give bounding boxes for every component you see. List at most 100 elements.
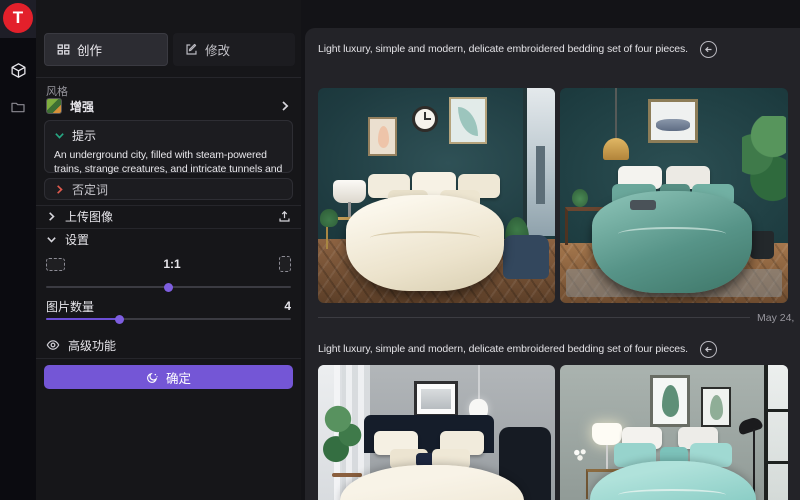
chevron-down-icon bbox=[46, 234, 57, 245]
arrow-left-icon bbox=[704, 345, 713, 354]
leaf-art bbox=[710, 395, 723, 420]
bedroom-scene bbox=[560, 365, 788, 500]
advanced-features-row[interactable]: 高级功能 bbox=[46, 336, 291, 354]
wall-frame-leaf bbox=[449, 97, 487, 144]
plant-pot bbox=[750, 231, 774, 259]
aspect-ratio-row: 1:1 bbox=[46, 255, 291, 273]
armchair bbox=[503, 235, 549, 279]
chevron-right-icon bbox=[279, 100, 291, 112]
tab-create[interactable]: 创作 bbox=[44, 33, 168, 66]
upload-label: 上传图像 bbox=[65, 208, 113, 225]
plant bbox=[742, 116, 786, 212]
feed-date-divider bbox=[318, 317, 750, 318]
upload-icon[interactable] bbox=[278, 210, 291, 223]
folder-icon[interactable] bbox=[0, 92, 36, 122]
generated-image-1[interactable] bbox=[318, 88, 555, 303]
chevron-right-icon bbox=[46, 211, 57, 222]
reuse-prompt-button[interactable] bbox=[700, 341, 717, 358]
flowers bbox=[572, 447, 588, 463]
arrow-left-icon bbox=[704, 45, 713, 54]
generated-image-2[interactable] bbox=[560, 88, 788, 303]
leaf-art bbox=[458, 107, 478, 136]
negative-prompt-box[interactable]: 否定词 bbox=[44, 178, 293, 200]
chevron-right-icon bbox=[54, 184, 65, 195]
pendant-lamp-cord bbox=[478, 365, 480, 403]
eye-icon bbox=[46, 338, 60, 352]
duvet-trim bbox=[618, 489, 726, 500]
settings-header-row[interactable]: 设置 bbox=[36, 228, 301, 250]
plant bbox=[572, 189, 588, 207]
window-bar bbox=[768, 409, 788, 412]
feed-prompt-text: Light luxury, simple and modern, delicat… bbox=[318, 43, 688, 55]
pendant-lamp-shade bbox=[603, 138, 629, 160]
clock-hand bbox=[425, 118, 431, 120]
duvet-trim bbox=[370, 231, 480, 245]
feed-prompt-text: Light luxury, simple and modern, delicat… bbox=[318, 343, 688, 355]
style-thumbnail bbox=[46, 98, 62, 114]
generated-image-4[interactable] bbox=[560, 365, 788, 500]
generation-feed: Light luxury, simple and modern, delicat… bbox=[305, 28, 800, 500]
feed-group-header: Light luxury, simple and modern, delicat… bbox=[318, 38, 788, 60]
leaf-art bbox=[662, 385, 679, 417]
image-count-slider[interactable] bbox=[46, 318, 291, 320]
app-window: T 创作 修改 风格 bbox=[0, 0, 800, 500]
table-lamp-shade bbox=[592, 423, 622, 445]
feed-group-header: Light luxury, simple and modern, delicat… bbox=[318, 338, 788, 360]
slider-fill bbox=[46, 318, 120, 320]
bedroom-scene bbox=[318, 88, 555, 303]
confirm-button[interactable]: 确定 bbox=[44, 365, 293, 389]
bedroom-scene bbox=[560, 88, 788, 303]
feed-date: May 24, bbox=[757, 312, 794, 324]
upload-image-row[interactable]: 上传图像 bbox=[36, 205, 301, 227]
style-selector-row[interactable]: 增强 bbox=[46, 96, 291, 116]
confirm-label: 确定 bbox=[166, 368, 191, 387]
window bbox=[764, 365, 788, 500]
plant bbox=[320, 209, 338, 227]
divider bbox=[36, 358, 301, 359]
generated-image-3[interactable] bbox=[318, 365, 555, 500]
folded-blanket bbox=[630, 200, 656, 210]
tab-create-label: 创作 bbox=[77, 40, 102, 59]
window-bar bbox=[768, 461, 788, 464]
wall-frame-feather bbox=[368, 117, 397, 156]
left-rail: T bbox=[0, 0, 36, 500]
cube-3d-icon[interactable] bbox=[0, 55, 36, 85]
brand-logo[interactable]: T bbox=[3, 3, 33, 33]
tab-modify-label: 修改 bbox=[205, 40, 230, 59]
divider bbox=[36, 77, 301, 78]
control-panel: 创作 修改 风格 增强 提示 An underground city, fill… bbox=[36, 0, 301, 500]
moon-sparkle-icon bbox=[146, 371, 159, 384]
image-count-value: 4 bbox=[284, 299, 291, 313]
aspect-ratio-slider[interactable] bbox=[46, 286, 291, 288]
grid-dashboard-icon bbox=[57, 43, 70, 56]
tab-modify[interactable]: 修改 bbox=[173, 33, 295, 66]
table-lamp-stem bbox=[348, 202, 351, 217]
brand-logo-letter: T bbox=[13, 8, 23, 28]
reuse-prompt-button[interactable] bbox=[700, 41, 717, 58]
plant bbox=[322, 403, 362, 467]
slider-knob[interactable] bbox=[115, 315, 124, 324]
table-lamp-shade bbox=[333, 180, 366, 203]
wall-frame bbox=[414, 381, 458, 417]
chevron-down-icon bbox=[54, 130, 65, 141]
portrait-aspect-icon[interactable] bbox=[279, 256, 291, 272]
image-count-label: 图片数量 bbox=[46, 298, 94, 315]
duvet-trim bbox=[618, 227, 726, 241]
prompt-box[interactable]: 提示 An underground city, filled with stea… bbox=[44, 120, 293, 173]
bedroom-scene bbox=[318, 365, 555, 500]
settings-label: 设置 bbox=[65, 231, 89, 248]
advanced-label: 高级功能 bbox=[68, 337, 116, 354]
seascape-art bbox=[656, 119, 690, 131]
landscape-aspect-icon[interactable] bbox=[46, 258, 65, 271]
table-lamp-stem bbox=[606, 445, 608, 469]
bed-duvet bbox=[592, 191, 752, 293]
aspect-ratio-value: 1:1 bbox=[65, 257, 279, 271]
wall-frame-leaf bbox=[701, 387, 731, 427]
prompt-label: 提示 bbox=[72, 127, 96, 144]
wall-clock bbox=[412, 106, 438, 132]
city-silhouette bbox=[536, 146, 545, 204]
image-count-row: 图片数量 4 bbox=[46, 298, 291, 314]
side-stool bbox=[332, 473, 362, 477]
slider-knob[interactable] bbox=[164, 283, 173, 292]
wall-frame-seascape bbox=[648, 99, 698, 143]
